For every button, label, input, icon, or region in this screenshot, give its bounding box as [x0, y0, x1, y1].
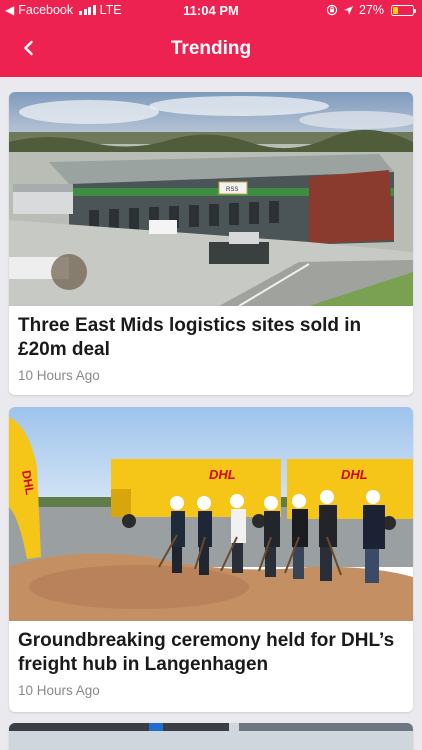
article-title[interactable]: Groundbreaking ceremony held for DHL’s f…: [9, 621, 413, 677]
battery-percent: 27%: [358, 3, 384, 17]
svg-text:RSS: RSS: [226, 187, 238, 193]
page-title: Trending: [170, 38, 252, 59]
article-card[interactable]: RSS Three East Mids logistics sites sold…: [9, 92, 413, 395]
nav-bar: Trending: [0, 22, 422, 77]
article-card[interactable]: [9, 723, 413, 750]
location-arrow-icon: [343, 5, 353, 15]
article-timestamp: 10 Hours Ago: [18, 683, 100, 698]
article-image[interactable]: DHL DHL DHL: [9, 407, 413, 621]
article-feed[interactable]: RSS Three East Mids logistics sites sold…: [0, 77, 422, 750]
article-timestamp: 10 Hours Ago: [18, 368, 100, 383]
status-right: 27%: [326, 3, 416, 17]
svg-text:DHL: DHL: [341, 467, 368, 482]
article-image[interactable]: [9, 723, 413, 750]
article-image[interactable]: RSS: [9, 92, 413, 306]
article-card[interactable]: DHL DHL DHL Groundbreaking ceremony held…: [9, 407, 413, 712]
rotation-lock-icon: [326, 4, 338, 16]
battery-icon: [391, 4, 416, 16]
status-bar: ◀ Facebook LTE 11:04 PM 27%: [0, 0, 422, 22]
svg-text:DHL: DHL: [209, 467, 236, 482]
article-title[interactable]: Three East Mids logistics sites sold in …: [9, 306, 413, 362]
